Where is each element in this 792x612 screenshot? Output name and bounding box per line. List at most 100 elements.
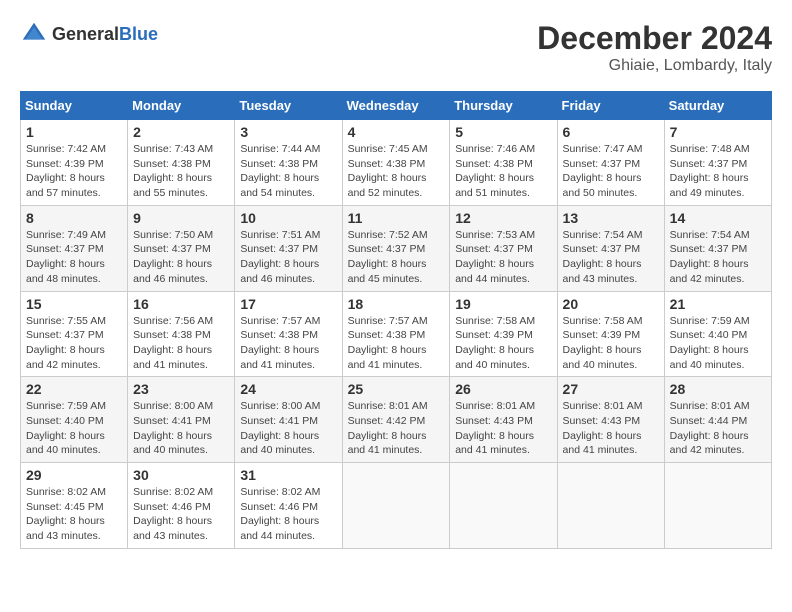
cell-content: Sunrise: 7:50 AMSunset: 4:37 PMDaylight:…: [133, 228, 229, 287]
cell-content: Sunrise: 7:46 AMSunset: 4:38 PMDaylight:…: [455, 142, 551, 201]
week-row-1: 1Sunrise: 7:42 AMSunset: 4:39 PMDaylight…: [21, 120, 772, 206]
day-number: 23: [133, 381, 229, 397]
cell-content: Sunrise: 8:01 AMSunset: 4:42 PMDaylight:…: [348, 399, 445, 458]
cell-content: Sunrise: 8:02 AMSunset: 4:46 PMDaylight:…: [240, 485, 336, 544]
week-row-2: 8 Sunrise: 7:49 AMSunset: 4:37 PMDaylight…: [21, 205, 772, 291]
day-number: 12: [455, 210, 551, 226]
header: GeneralBlue December 2024 Ghiaie, Lombar…: [20, 20, 772, 75]
calendar-cell: 20Sunrise: 7:58 AMSunset: 4:39 PMDayligh…: [557, 291, 664, 377]
calendar-cell: 31 Sunrise: 8:02 AMSunset: 4:46 PMDayligh…: [235, 463, 342, 549]
cell-content: Sunrise: 7:51 AMSunset: 4:37 PMDaylight:…: [240, 228, 336, 287]
calendar-cell: 28Sunrise: 8:01 AMSunset: 4:44 PMDayligh…: [664, 377, 771, 463]
month-title: December 2024: [537, 20, 772, 57]
calendar-cell: 2 Sunrise: 7:43 AMSunset: 4:38 PMDaylight…: [128, 120, 235, 206]
calendar-cell: 15 Sunrise: 7:55 AMSunset: 4:37 PMDayligh…: [21, 291, 128, 377]
cell-content: Sunrise: 7:59 AMSunset: 4:40 PMDaylight:…: [26, 399, 122, 458]
calendar-cell: 26 Sunrise: 8:01 AMSunset: 4:43 PMDayligh…: [450, 377, 557, 463]
location-title: Ghiaie, Lombardy, Italy: [537, 57, 772, 75]
day-number: 31: [240, 467, 336, 483]
day-number: 25: [348, 381, 445, 397]
calendar-cell: 29 Sunrise: 8:02 AMSunset: 4:45 PMDayligh…: [21, 463, 128, 549]
day-number: 16: [133, 296, 229, 312]
day-number: 29: [26, 467, 122, 483]
day-number: 24: [240, 381, 336, 397]
day-number: 15: [26, 296, 122, 312]
calendar-cell: 17 Sunrise: 7:57 AMSunset: 4:38 PMDayligh…: [235, 291, 342, 377]
calendar-cell: 5 Sunrise: 7:46 AMSunset: 4:38 PMDaylight…: [450, 120, 557, 206]
calendar-cell: 14 Sunrise: 7:54 AMSunset: 4:37 PMDayligh…: [664, 205, 771, 291]
day-number: 8: [26, 210, 122, 226]
week-row-5: 29 Sunrise: 8:02 AMSunset: 4:45 PMDayligh…: [21, 463, 772, 549]
cell-content: Sunrise: 7:55 AMSunset: 4:37 PMDaylight:…: [26, 314, 122, 373]
col-header-tuesday: Tuesday: [235, 92, 342, 120]
cell-content: Sunrise: 7:53 AMSunset: 4:37 PMDaylight:…: [455, 228, 551, 287]
cell-content: Sunrise: 7:43 AMSunset: 4:38 PMDaylight:…: [133, 142, 229, 201]
cell-content: Sunrise: 7:48 AMSunset: 4:37 PMDaylight:…: [670, 142, 766, 201]
cell-content: Sunrise: 7:56 AMSunset: 4:38 PMDaylight:…: [133, 314, 229, 373]
cell-content: Sunrise: 8:00 AMSunset: 4:41 PMDaylight:…: [133, 399, 229, 458]
cell-content: Sunrise: 7:45 AMSunset: 4:38 PMDaylight:…: [348, 142, 445, 201]
cell-content: Sunrise: 7:59 AMSunset: 4:40 PMDaylight:…: [670, 314, 766, 373]
calendar-cell: 18Sunrise: 7:57 AMSunset: 4:38 PMDayligh…: [342, 291, 450, 377]
day-number: 27: [563, 381, 659, 397]
cell-content: Sunrise: 7:52 AMSunset: 4:37 PMDaylight:…: [348, 228, 445, 287]
day-number: 18: [348, 296, 445, 312]
cell-content: Sunrise: 7:44 AMSunset: 4:38 PMDaylight:…: [240, 142, 336, 201]
day-number: 26: [455, 381, 551, 397]
calendar-cell: 8 Sunrise: 7:49 AMSunset: 4:37 PMDaylight…: [21, 205, 128, 291]
day-number: 3: [240, 124, 336, 140]
day-number: 5: [455, 124, 551, 140]
cell-content: Sunrise: 8:01 AMSunset: 4:44 PMDaylight:…: [670, 399, 766, 458]
calendar-cell: 3 Sunrise: 7:44 AMSunset: 4:38 PMDaylight…: [235, 120, 342, 206]
calendar-cell: 27Sunrise: 8:01 AMSunset: 4:43 PMDayligh…: [557, 377, 664, 463]
logo-text-general: General: [52, 24, 119, 44]
cell-content: Sunrise: 7:58 AMSunset: 4:39 PMDaylight:…: [455, 314, 551, 373]
calendar-cell: 7 Sunrise: 7:48 AMSunset: 4:37 PMDaylight…: [664, 120, 771, 206]
day-number: 11: [348, 210, 445, 226]
cell-content: Sunrise: 7:57 AMSunset: 4:38 PMDaylight:…: [240, 314, 336, 373]
day-number: 10: [240, 210, 336, 226]
logo-text-blue: Blue: [119, 24, 158, 44]
logo-icon: [20, 20, 48, 48]
cell-content: Sunrise: 7:54 AMSunset: 4:37 PMDaylight:…: [670, 228, 766, 287]
day-number: 2: [133, 124, 229, 140]
calendar-cell: 22 Sunrise: 7:59 AMSunset: 4:40 PMDayligh…: [21, 377, 128, 463]
day-number: 22: [26, 381, 122, 397]
header-row: SundayMondayTuesdayWednesdayThursdayFrid…: [21, 92, 772, 120]
calendar-cell: 19 Sunrise: 7:58 AMSunset: 4:39 PMDayligh…: [450, 291, 557, 377]
calendar-cell: 13Sunrise: 7:54 AMSunset: 4:37 PMDayligh…: [557, 205, 664, 291]
calendar-cell: 11 Sunrise: 7:52 AMSunset: 4:37 PMDayligh…: [342, 205, 450, 291]
calendar-cell: [450, 463, 557, 549]
col-header-monday: Monday: [128, 92, 235, 120]
calendar-cell: 24 Sunrise: 8:00 AMSunset: 4:41 PMDayligh…: [235, 377, 342, 463]
day-number: 21: [670, 296, 766, 312]
calendar-cell: 25 Sunrise: 8:01 AMSunset: 4:42 PMDayligh…: [342, 377, 450, 463]
day-number: 1: [26, 124, 122, 140]
calendar-cell: 30Sunrise: 8:02 AMSunset: 4:46 PMDayligh…: [128, 463, 235, 549]
calendar-table: SundayMondayTuesdayWednesdayThursdayFrid…: [20, 91, 772, 549]
day-number: 6: [563, 124, 659, 140]
col-header-saturday: Saturday: [664, 92, 771, 120]
day-number: 13: [563, 210, 659, 226]
col-header-sunday: Sunday: [21, 92, 128, 120]
calendar-cell: 21 Sunrise: 7:59 AMSunset: 4:40 PMDayligh…: [664, 291, 771, 377]
calendar-cell: 16 Sunrise: 7:56 AMSunset: 4:38 PMDayligh…: [128, 291, 235, 377]
calendar-cell: 23 Sunrise: 8:00 AMSunset: 4:41 PMDayligh…: [128, 377, 235, 463]
title-area: December 2024 Ghiaie, Lombardy, Italy: [537, 20, 772, 75]
calendar-cell: 6Sunrise: 7:47 AMSunset: 4:37 PMDaylight…: [557, 120, 664, 206]
cell-content: Sunrise: 8:01 AMSunset: 4:43 PMDaylight:…: [455, 399, 551, 458]
col-header-friday: Friday: [557, 92, 664, 120]
calendar-cell: 9 Sunrise: 7:50 AMSunset: 4:37 PMDaylight…: [128, 205, 235, 291]
cell-content: Sunrise: 8:02 AMSunset: 4:45 PMDaylight:…: [26, 485, 122, 544]
day-number: 20: [563, 296, 659, 312]
day-number: 9: [133, 210, 229, 226]
cell-content: Sunrise: 7:49 AMSunset: 4:37 PMDaylight:…: [26, 228, 122, 287]
logo: GeneralBlue: [20, 20, 158, 48]
day-number: 7: [670, 124, 766, 140]
day-number: 17: [240, 296, 336, 312]
cell-content: Sunrise: 8:00 AMSunset: 4:41 PMDaylight:…: [240, 399, 336, 458]
calendar-cell: 1Sunrise: 7:42 AMSunset: 4:39 PMDaylight…: [21, 120, 128, 206]
week-row-3: 15 Sunrise: 7:55 AMSunset: 4:37 PMDayligh…: [21, 291, 772, 377]
day-number: 19: [455, 296, 551, 312]
day-number: 14: [670, 210, 766, 226]
